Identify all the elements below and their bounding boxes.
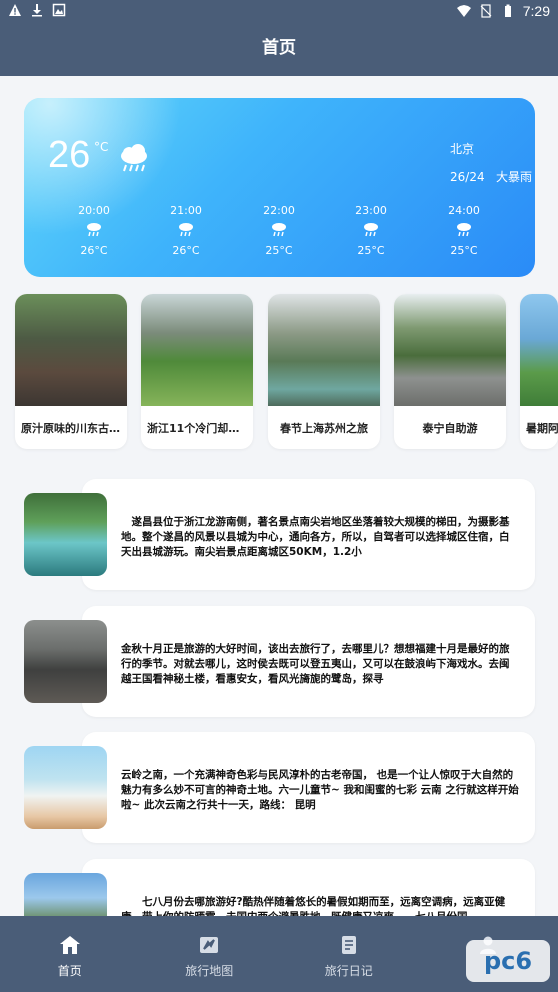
clock: 7:29 xyxy=(522,3,550,19)
post-thumbnail xyxy=(24,746,107,829)
post-excerpt: 金秋十月正是旅游的大好时间，该出去旅行了，去哪里儿？想想福建十月是最好的旅行的季… xyxy=(121,643,510,685)
attraction-card[interactable]: 原汁原味的川东古... xyxy=(15,294,127,449)
post-excerpt: 云岭之南，一个充满神奇色彩与民风淳朴的古老帝国， 也是一个让人惊叹于大自然的魅力… xyxy=(121,769,519,811)
attraction-title: 浙江11个冷门却超... xyxy=(147,422,252,435)
tab-label: 旅行地图 xyxy=(185,964,234,978)
attraction-photo xyxy=(520,294,558,406)
hour-item: 24:00 25°C xyxy=(434,204,494,257)
rain-icon xyxy=(156,220,216,244)
tab-label: 首页 xyxy=(57,964,82,978)
tab-label: 旅行日记 xyxy=(324,964,373,978)
hour-item: 20:00 26°C xyxy=(64,204,124,257)
tab-home[interactable]: 首页 xyxy=(0,916,140,992)
no-signal-icon xyxy=(480,4,492,18)
home-scroll-area[interactable]: 26 °C 北京 26/24 大暴雨 20:00 26°C 21:00 26°C xyxy=(0,76,558,916)
list-item[interactable]: 云岭之南，一个充满神奇色彩与民风淳朴的古老帝国， 也是一个让人惊叹于大自然的魅力… xyxy=(24,732,535,843)
attraction-card[interactable]: 浙江11个冷门却超... xyxy=(141,294,253,449)
hour-temp: 26°C xyxy=(172,244,200,257)
rain-icon xyxy=(434,220,494,244)
attraction-photo xyxy=(268,294,380,406)
wifi-icon xyxy=(456,5,471,17)
post-thumbnail xyxy=(24,493,107,576)
hour-temp: 26°C xyxy=(80,244,108,257)
hour-item: 23:00 25°C xyxy=(341,204,401,257)
date-text: 26/24 xyxy=(450,170,485,184)
post-excerpt: 遂昌县位于浙江龙游南侧，著名景点南尖岩地区坐落着较大规模的梯田，为摄影基地。整个… xyxy=(121,516,510,558)
home-icon xyxy=(59,936,80,954)
image-icon xyxy=(52,3,66,17)
weather-date: 26/24 大暴雨 xyxy=(450,168,532,185)
hour-item: 21:00 26°C xyxy=(156,204,216,257)
map-icon xyxy=(200,937,219,953)
temperature-unit: °C xyxy=(94,140,109,154)
hour-time: 22:00 xyxy=(263,204,295,217)
city-name: 北京 xyxy=(450,142,475,156)
hourly-forecast: 20:00 26°C 21:00 26°C 22:00 25°C 23:00 2… xyxy=(24,204,535,264)
hour-temp: 25°C xyxy=(265,244,293,257)
hour-time: 21:00 xyxy=(170,204,202,217)
hour-time: 24:00 xyxy=(448,204,480,217)
list-item[interactable]: 遂昌县位于浙江龙游南侧，著名景点南尖岩地区坐落着较大规模的梯田，为摄影基地。整个… xyxy=(24,479,535,590)
page-title: 首页 xyxy=(0,24,558,76)
hour-temp: 25°C xyxy=(450,244,478,257)
condition-text: 大暴雨 xyxy=(496,170,533,184)
status-bar: 7:29 xyxy=(0,0,558,24)
rain-icon xyxy=(249,220,309,244)
tab-travel-map[interactable]: 旅行地图 xyxy=(140,916,280,992)
watermark-logo: pc6 xyxy=(466,940,550,982)
attraction-photo xyxy=(394,294,506,406)
tab-travel-diary[interactable]: 旅行日记 xyxy=(279,916,419,992)
battery-icon xyxy=(504,4,511,17)
attraction-title: 泰宁自助游 xyxy=(422,422,478,435)
hour-time: 23:00 xyxy=(355,204,387,217)
hour-item: 22:00 25°C xyxy=(249,204,309,257)
attraction-title: 春节上海苏州之旅 xyxy=(280,422,368,435)
diary-icon xyxy=(341,936,356,954)
attraction-title: 原汁原味的川东古... xyxy=(21,422,122,435)
attraction-title: 暑期阿 xyxy=(526,422,558,435)
rain-icon xyxy=(341,220,401,244)
rain-icon xyxy=(64,220,124,244)
attraction-card[interactable]: 春节上海苏州之旅 xyxy=(268,294,380,449)
weather-card[interactable]: 26 °C 北京 26/24 大暴雨 20:00 26°C 21:00 26°C xyxy=(24,98,535,277)
heavy-rain-icon xyxy=(121,144,147,172)
download-icon xyxy=(32,4,42,17)
post-excerpt: 七八月份去哪旅游好?酷热伴随着悠长的暑假如期而至，远离空调病，远离亚健康，带上你… xyxy=(121,896,506,916)
attraction-photo xyxy=(15,294,127,406)
list-item[interactable]: 金秋十月正是旅游的大好时间，该出去旅行了，去哪里儿？想想福建十月是最好的旅行的季… xyxy=(24,606,535,717)
hour-time: 20:00 xyxy=(78,204,110,217)
attraction-card[interactable]: 暑期阿 xyxy=(520,294,558,449)
attraction-photo xyxy=(141,294,253,406)
post-thumbnail xyxy=(24,620,107,703)
post-thumbnail xyxy=(24,873,107,916)
attraction-card[interactable]: 泰宁自助游 xyxy=(394,294,506,449)
list-item[interactable]: 七八月份去哪旅游好?酷热伴随着悠长的暑假如期而至，远离空调病，远离亚健康，带上你… xyxy=(24,859,535,916)
hour-temp: 25°C xyxy=(357,244,385,257)
warning-icon xyxy=(9,4,21,16)
current-temperature: 26 xyxy=(48,134,91,176)
